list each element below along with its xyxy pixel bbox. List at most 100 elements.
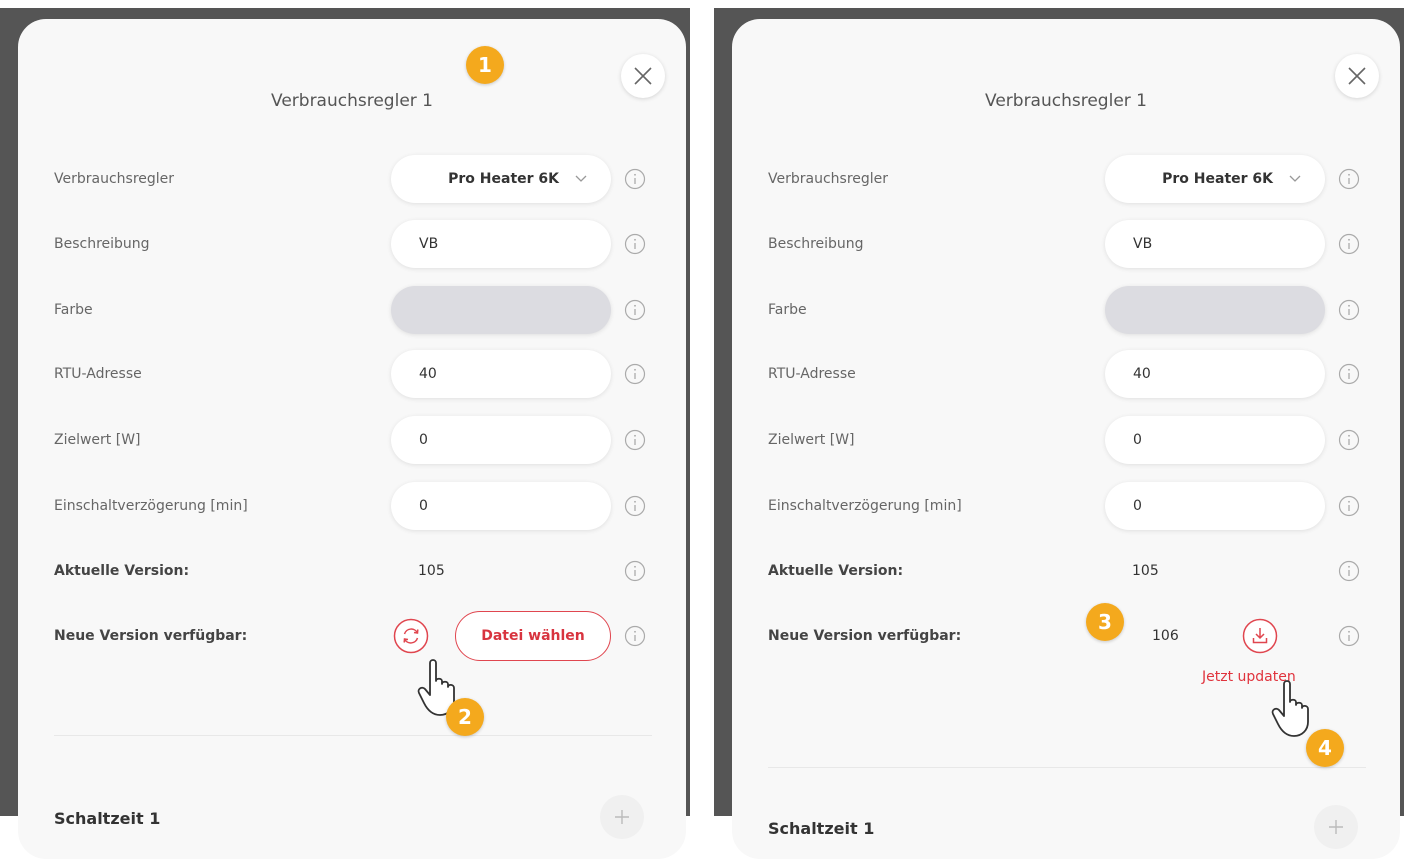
- label-rtu-adresse: RTU-Adresse: [54, 366, 142, 382]
- row-farbe: Farbe: [732, 280, 1400, 340]
- info-icon[interactable]: [1338, 233, 1360, 255]
- row-verbrauchsregler: Verbrauchsregler Pro Heater 6K: [18, 149, 686, 209]
- close-icon: [1348, 67, 1366, 85]
- close-button[interactable]: [1335, 54, 1379, 98]
- input-value: VB: [419, 236, 439, 252]
- section-divider: [54, 735, 652, 736]
- refresh-button[interactable]: [393, 618, 429, 654]
- beschreibung-input[interactable]: VB: [391, 220, 611, 268]
- info-icon[interactable]: [1338, 363, 1360, 385]
- input-value: VB: [1133, 236, 1153, 252]
- plus-icon: [615, 810, 629, 824]
- verbrauchsregler-select[interactable]: Pro Heater 6K: [391, 155, 611, 203]
- row-zielwert: Zielwert [W] 0: [732, 410, 1400, 470]
- row-aktuelle-version: Aktuelle Version: 105: [732, 541, 1400, 601]
- verbrauchsregler-select[interactable]: Pro Heater 6K: [1105, 155, 1325, 203]
- info-icon[interactable]: [624, 168, 646, 190]
- dialog-panel-left: Verbrauchsregler 1 Verbrauchsregler Pro …: [18, 19, 686, 859]
- section-title-schaltzeit: Schaltzeit 1: [54, 809, 161, 828]
- label-aktuelle-version: Aktuelle Version:: [768, 563, 904, 579]
- label-zielwert: Zielwert [W]: [54, 432, 141, 448]
- rtu-adresse-input[interactable]: 40: [391, 350, 611, 398]
- label-verbrauchsregler: Verbrauchsregler: [768, 171, 889, 187]
- input-value: 40: [1133, 366, 1151, 382]
- label-beschreibung: Beschreibung: [768, 236, 864, 252]
- input-value: 0: [419, 432, 428, 448]
- info-icon[interactable]: [1338, 495, 1360, 517]
- label-verbrauchsregler: Verbrauchsregler: [54, 171, 175, 187]
- label-farbe: Farbe: [54, 302, 93, 318]
- info-icon[interactable]: [624, 625, 646, 647]
- row-neue-version: Neue Version verfügbar: 106: [732, 606, 1400, 666]
- dialog-panel-right: Verbrauchsregler 1 Verbrauchsregler Pro …: [732, 19, 1400, 859]
- select-value: Pro Heater 6K: [1162, 171, 1273, 187]
- select-value: Pro Heater 6K: [448, 171, 559, 187]
- close-button[interactable]: [621, 54, 665, 98]
- label-einschaltverzoegerung: Einschaltverzögerung [min]: [768, 498, 962, 514]
- row-zielwert: Zielwert [W] 0: [18, 410, 686, 470]
- info-icon[interactable]: [624, 560, 646, 582]
- input-value: 0: [1133, 432, 1142, 448]
- row-einschaltverzoegerung: Einschaltverzögerung [min] 0: [18, 476, 686, 536]
- section-title-schaltzeit: Schaltzeit 1: [768, 819, 875, 838]
- hand-pointer-icon: [1271, 680, 1309, 737]
- info-icon[interactable]: [624, 233, 646, 255]
- info-icon[interactable]: [624, 429, 646, 451]
- info-icon[interactable]: [1338, 168, 1360, 190]
- close-icon: [634, 67, 652, 85]
- row-farbe: Farbe: [18, 280, 686, 340]
- input-value: 0: [1133, 498, 1142, 514]
- label-rtu-adresse: RTU-Adresse: [768, 366, 856, 382]
- color-picker[interactable]: [391, 286, 611, 334]
- info-icon[interactable]: [624, 363, 646, 385]
- row-beschreibung: Beschreibung VB: [732, 214, 1400, 274]
- zielwert-input[interactable]: 0: [1105, 416, 1325, 464]
- label-neue-version: Neue Version verfügbar:: [54, 628, 248, 644]
- step-badge-2: 2: [446, 698, 484, 736]
- download-icon: [1242, 618, 1278, 654]
- einschaltverzoegerung-input[interactable]: 0: [1105, 482, 1325, 530]
- section-divider: [768, 767, 1366, 768]
- step-badge-1: 1: [466, 46, 504, 84]
- label-zielwert: Zielwert [W]: [768, 432, 855, 448]
- add-schaltzeit-button[interactable]: [1314, 805, 1358, 849]
- step-badge-4: 4: [1306, 729, 1344, 767]
- label-beschreibung: Beschreibung: [54, 236, 150, 252]
- row-beschreibung: Beschreibung VB: [18, 214, 686, 274]
- chevron-down-icon: [575, 175, 587, 182]
- add-schaltzeit-button[interactable]: [600, 795, 644, 839]
- row-einschaltverzoegerung: Einschaltverzögerung [min] 0: [732, 476, 1400, 536]
- label-farbe: Farbe: [768, 302, 807, 318]
- einschaltverzoegerung-input[interactable]: 0: [391, 482, 611, 530]
- row-rtu-adresse: RTU-Adresse 40: [18, 344, 686, 404]
- info-icon[interactable]: [624, 299, 646, 321]
- screenshot-frame-left: Verbrauchsregler 1 Verbrauchsregler Pro …: [0, 8, 690, 859]
- refresh-icon: [393, 618, 429, 654]
- input-value: 0: [419, 498, 428, 514]
- info-icon[interactable]: [1338, 299, 1360, 321]
- step-badge-3: 3: [1086, 603, 1124, 641]
- color-picker[interactable]: [1105, 286, 1325, 334]
- row-aktuelle-version: Aktuelle Version: 105: [18, 541, 686, 601]
- info-icon[interactable]: [1338, 560, 1360, 582]
- screenshot-frame-right: Verbrauchsregler 1 Verbrauchsregler Pro …: [714, 8, 1404, 859]
- choose-file-button[interactable]: Datei wählen: [455, 611, 611, 661]
- label-einschaltverzoegerung: Einschaltverzögerung [min]: [54, 498, 248, 514]
- info-icon[interactable]: [1338, 625, 1360, 647]
- rtu-adresse-input[interactable]: 40: [1105, 350, 1325, 398]
- input-value: 40: [419, 366, 437, 382]
- dialog-title: Verbrauchsregler 1: [271, 91, 433, 111]
- info-icon[interactable]: [624, 495, 646, 517]
- info-icon[interactable]: [1338, 429, 1360, 451]
- new-version-value: 106: [1152, 628, 1179, 644]
- label-neue-version: Neue Version verfügbar:: [768, 628, 962, 644]
- zielwert-input[interactable]: 0: [391, 416, 611, 464]
- plus-icon: [1329, 820, 1343, 834]
- label-aktuelle-version: Aktuelle Version:: [54, 563, 190, 579]
- row-neue-version: Neue Version verfügbar: Datei wählen: [18, 606, 686, 666]
- chevron-down-icon: [1289, 175, 1301, 182]
- download-button[interactable]: [1242, 618, 1278, 654]
- current-version-value: 105: [1132, 563, 1159, 579]
- dialog-title: Verbrauchsregler 1: [985, 91, 1147, 111]
- beschreibung-input[interactable]: VB: [1105, 220, 1325, 268]
